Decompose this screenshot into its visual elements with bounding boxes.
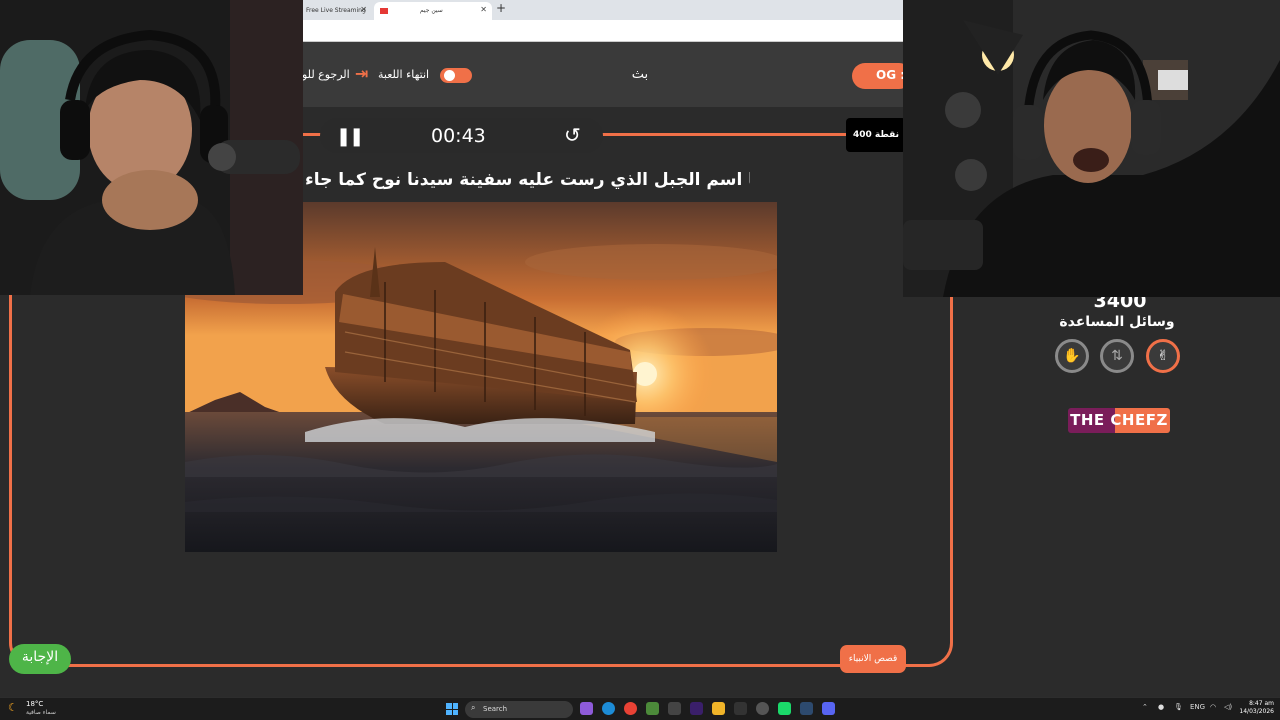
site-favicon-icon <box>380 7 388 14</box>
spotify-icon[interactable] <box>778 702 791 715</box>
pause-icon[interactable]: ❚❚ <box>336 126 364 147</box>
frame-top-line <box>590 133 852 136</box>
toggle-knob <box>444 70 455 81</box>
browser-tab-streaming[interactable]: Free Live Streaming ✕ <box>300 2 372 20</box>
weather-description: سماء صافية <box>26 709 56 716</box>
sponsor-text-b: CHEFZ <box>1110 411 1168 429</box>
discord-icon[interactable] <box>822 702 835 715</box>
copilot-icon[interactable] <box>580 702 593 715</box>
sponsor-text-a: THE <box>1070 411 1105 429</box>
back-link[interactable]: الرجوع للو <box>302 68 350 81</box>
tray-app-icon[interactable]: ● <box>1158 703 1164 711</box>
weather-temperature: 18°C <box>26 700 44 708</box>
microphone-icon[interactable]: 🎙 <box>1174 703 1183 711</box>
close-tab-icon[interactable]: ✕ <box>360 5 367 14</box>
exit-arrow-icon[interactable]: ⇥ <box>355 64 368 83</box>
windows-start-icon[interactable] <box>446 703 458 715</box>
windows-taskbar: ☾ 18°C سماء صافية ⌕ Search ⌃ ● 🎙 ENG ◠ ◁… <box>0 697 1280 720</box>
address-bar[interactable] <box>300 20 905 42</box>
search-placeholder: Search <box>483 705 508 713</box>
help-tools-title: وسائل المساعدة <box>1059 314 1175 330</box>
answer-button[interactable]: الإجابة <box>9 644 71 674</box>
premiere-icon[interactable] <box>690 702 703 715</box>
timer-value: 00:43 <box>431 125 486 147</box>
browser-tabstrip: Free Live Streaming ✕ سين جيم ✕ + <box>300 0 905 20</box>
category-badge: قصص الانبياء <box>840 645 906 673</box>
search-icon: ⌕ <box>471 703 476 712</box>
end-game-label[interactable]: انتهاء اللعبة <box>378 68 429 81</box>
edge-icon[interactable] <box>602 702 615 715</box>
tab-title: سين جيم <box>419 7 443 14</box>
tray-chevron-icon[interactable]: ⌃ <box>1142 703 1148 711</box>
webcam-left-feed <box>0 0 303 295</box>
swap-icon[interactable]: ⇅ <box>1100 339 1134 373</box>
streamer-name: بث <box>631 67 649 82</box>
hand-icon[interactable]: ✋ <box>1055 339 1089 373</box>
browser-tab-game[interactable]: سين جيم ✕ <box>374 2 492 20</box>
points-badge: 400 نقطة <box>846 118 906 152</box>
volume-icon[interactable]: ◁) <box>1224 703 1232 711</box>
moon-icon: ☾ <box>8 701 18 714</box>
webcam-left <box>0 0 303 295</box>
file-explorer-icon[interactable] <box>712 702 725 715</box>
webcam-right-feed <box>903 0 1280 297</box>
webcam-right <box>903 0 1280 297</box>
steam-icon[interactable] <box>800 702 813 715</box>
taskbar-search[interactable]: ⌕ Search <box>465 701 573 718</box>
screen: Free Live Streaming ✕ سين جيم ✕ + OG : ب… <box>0 0 1280 720</box>
timer-bar: ❚❚ 00:43 ↺ <box>320 118 603 153</box>
chrome-icon[interactable] <box>624 702 637 715</box>
app-icon[interactable] <box>756 702 769 715</box>
frame-top-line <box>303 133 321 136</box>
x-app-icon[interactable] <box>734 702 747 715</box>
minecraft-icon[interactable] <box>646 702 659 715</box>
question-text: ما اسم الجبل الذي رست عليه سفينة سيدنا ن… <box>305 170 750 190</box>
wifi-icon[interactable]: ◠ <box>1210 703 1216 711</box>
close-tab-icon[interactable]: ✕ <box>480 5 487 14</box>
end-game-toggle[interactable] <box>440 68 472 83</box>
two-fingers-icon[interactable]: ✌ <box>1146 339 1180 373</box>
obs-icon[interactable] <box>668 702 681 715</box>
clock-time: 8:47 am <box>1249 700 1274 707</box>
tab-title: Free Live Streaming <box>306 7 366 14</box>
new-tab-button[interactable]: + <box>496 1 506 15</box>
clock-date: 14/03/2026 <box>1239 708 1274 715</box>
sponsor-logo: THE CHEFZ <box>1068 408 1170 433</box>
taskbar-clock[interactable]: 8:47 am 14/03/2026 <box>1239 700 1274 716</box>
reset-timer-icon[interactable]: ↺ <box>564 123 581 147</box>
language-indicator[interactable]: ENG <box>1190 703 1205 711</box>
